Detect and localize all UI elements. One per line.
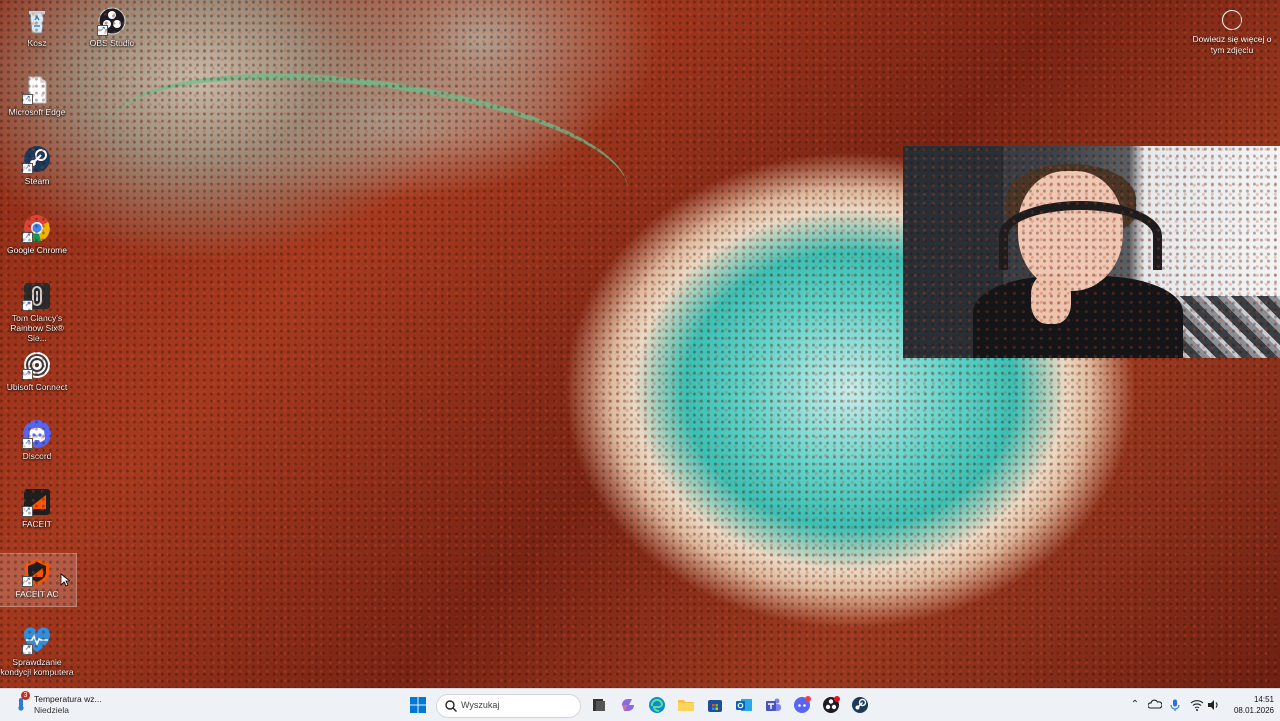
discord-icon bbox=[794, 696, 811, 713]
shortcut-arrow-icon: ↗ bbox=[22, 300, 33, 311]
desktop-icon-discord[interactable]: ↗ Discord bbox=[0, 419, 74, 461]
teams-button[interactable] bbox=[760, 692, 786, 718]
learn-about-picture[interactable]: Dowiedz się więcej o tym zdjęciu bbox=[1188, 8, 1276, 56]
weather-subtitle: Niedziela bbox=[34, 705, 69, 715]
desktop-icon-label: OBS Studio bbox=[89, 38, 135, 48]
file-explorer-button[interactable] bbox=[673, 692, 699, 718]
weather-title: Temperatura wz... bbox=[34, 694, 102, 704]
steam-icon: ↗ bbox=[22, 144, 52, 174]
file-explorer-icon bbox=[678, 700, 694, 711]
desktop-icons: Kosz ↗ OBS Studio ↗ Microsoft Edge ↗ Ste… bbox=[0, 0, 150, 688]
shortcut-arrow-icon: ↗ bbox=[22, 644, 33, 655]
webcam-headset bbox=[999, 201, 1162, 270]
search-placeholder: Wyszukaj bbox=[461, 700, 500, 710]
discord-icon: ↗ bbox=[22, 419, 52, 449]
chrome-icon: ↗ bbox=[22, 213, 52, 243]
microsoft-store-icon bbox=[708, 700, 722, 712]
obs-studio-icon bbox=[823, 696, 840, 713]
shortcut-arrow-icon: ↗ bbox=[22, 576, 33, 587]
edge-button[interactable] bbox=[644, 692, 670, 718]
wallpaper-river bbox=[103, 53, 637, 263]
shortcut-arrow-icon: ↗ bbox=[22, 506, 33, 517]
desktop-icon-ubisoft-connect[interactable]: ↗ Ubisoft Connect bbox=[0, 350, 74, 392]
obs-studio-taskbar-button[interactable] bbox=[818, 692, 844, 718]
desktop-icon-rainbow-six[interactable]: ↗ Tom Clancy's Rainbow Six® Sie... bbox=[0, 281, 74, 343]
task-view-icon bbox=[593, 699, 605, 711]
desktop-icon-label: Tom Clancy's Rainbow Six® Sie... bbox=[10, 313, 64, 343]
chevron-up-icon[interactable]: ⌃ bbox=[1128, 698, 1142, 712]
shortcut-arrow-icon: ↗ bbox=[22, 438, 33, 449]
shortcut-arrow-icon: ↗ bbox=[22, 163, 33, 174]
shortcut-arrow-icon: ↗ bbox=[22, 369, 33, 380]
start-icon bbox=[410, 697, 426, 713]
shortcut-arrow-icon: ↗ bbox=[97, 25, 108, 36]
outlook-icon bbox=[736, 699, 752, 711]
clock-time: 14:51 bbox=[1253, 695, 1274, 704]
discord-taskbar-button[interactable] bbox=[789, 692, 815, 718]
rainbow-six-icon: ↗ bbox=[22, 281, 52, 311]
desktop-icon-steam[interactable]: ↗ Steam bbox=[0, 144, 74, 186]
obs-studio-icon: ↗ bbox=[97, 6, 127, 36]
webcam-overlay bbox=[903, 146, 1280, 358]
volume-icon[interactable] bbox=[1206, 698, 1220, 712]
pc-health-check-icon: ↗ bbox=[22, 625, 52, 655]
copilot-button[interactable] bbox=[615, 692, 641, 718]
desktop-wallpaper: Kosz ↗ OBS Studio ↗ Microsoft Edge ↗ Ste… bbox=[0, 0, 1280, 688]
clock-date: 08.01.2026 bbox=[1233, 706, 1274, 715]
learn-about-picture-label: Dowiedz się więcej o tym zdjęciu bbox=[1192, 34, 1272, 55]
recycle-bin-icon bbox=[22, 6, 52, 36]
webcam-person-hand bbox=[1031, 274, 1071, 324]
desktop-icon-google-chrome[interactable]: ↗ Google Chrome bbox=[0, 213, 74, 255]
onedrive-icon[interactable] bbox=[1147, 698, 1163, 712]
wifi-icon[interactable] bbox=[1190, 698, 1204, 712]
mouse-cursor-icon bbox=[60, 573, 70, 587]
teams-icon bbox=[766, 698, 781, 711]
camera-info-icon bbox=[1222, 10, 1242, 30]
start-button[interactable] bbox=[405, 692, 431, 718]
steam-taskbar-button[interactable] bbox=[847, 692, 873, 718]
ubisoft-connect-icon: ↗ bbox=[22, 350, 52, 380]
desktop-icon-faceit[interactable]: ↗ FACEIT bbox=[0, 487, 74, 529]
desktop-icon-label: Steam bbox=[24, 176, 50, 186]
faceit-ac-icon: ↗ bbox=[22, 557, 52, 587]
steam-icon bbox=[852, 697, 868, 713]
taskbar-clock[interactable]: 14:51 08.01.2026 bbox=[1222, 694, 1274, 716]
desktop-icon-label: Discord bbox=[22, 451, 52, 461]
edge-icon bbox=[649, 697, 665, 713]
copilot-icon bbox=[622, 699, 634, 711]
search-icon bbox=[445, 700, 457, 712]
shortcut-arrow-icon: ↗ bbox=[22, 94, 33, 105]
microsoft-store-button[interactable] bbox=[702, 692, 728, 718]
shortcut-arrow-icon: ↗ bbox=[22, 232, 33, 243]
desktop-icon-obs-studio[interactable]: ↗ OBS Studio bbox=[75, 6, 149, 48]
taskbar-search[interactable]: Wyszukaj bbox=[436, 694, 581, 718]
desktop-icon-microsoft-edge[interactable]: ↗ Microsoft Edge bbox=[0, 75, 74, 117]
desktop-icon-label: Kosz bbox=[27, 38, 47, 48]
faceit-icon: ↗ bbox=[22, 487, 52, 517]
desktop-icon-label: Sprawdzanie kondycji komputera bbox=[0, 657, 74, 677]
microphone-icon[interactable] bbox=[1168, 698, 1182, 712]
outlook-button[interactable] bbox=[731, 692, 757, 718]
desktop-icon-label: FACEIT bbox=[22, 519, 52, 529]
desktop-icon-pc-health-check[interactable]: ↗ Sprawdzanie kondycji komputera bbox=[0, 625, 74, 677]
desktop-icon-label: Microsoft Edge bbox=[8, 107, 66, 117]
notification-badge: 3 bbox=[21, 691, 30, 700]
task-view-button[interactable] bbox=[586, 692, 612, 718]
desktop-icon-label: Google Chrome bbox=[6, 245, 67, 255]
taskbar: 3 Temperatura wz... Niedziela Wyszukaj ⌃… bbox=[0, 688, 1280, 721]
file-shortcut-icon: ↗ bbox=[22, 75, 52, 105]
desktop-icon-label: Ubisoft Connect bbox=[6, 382, 68, 392]
desktop-icon-recycle-bin[interactable]: Kosz bbox=[0, 6, 74, 48]
